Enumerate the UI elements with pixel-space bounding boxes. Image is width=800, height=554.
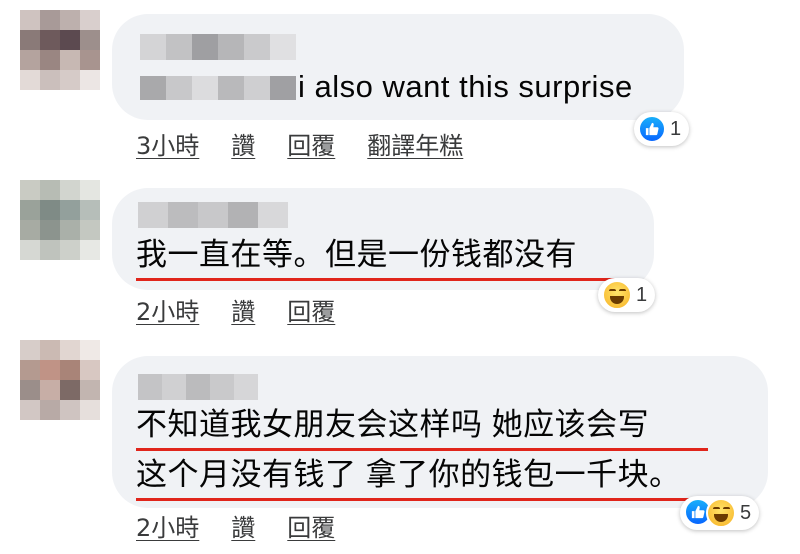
reaction-summary[interactable]: 1 bbox=[634, 112, 690, 146]
reaction-icons bbox=[684, 498, 736, 528]
like-button[interactable]: 讚 bbox=[231, 508, 255, 543]
author-name-blurred[interactable] bbox=[138, 374, 258, 400]
reply-button[interactable]: 回覆 bbox=[287, 126, 335, 161]
avatar[interactable] bbox=[20, 340, 100, 420]
comment-bubble: i also want this surprise bbox=[112, 14, 684, 120]
comment-text: i also want this surprise bbox=[298, 69, 633, 104]
timestamp[interactable]: 3小時 bbox=[136, 126, 199, 161]
like-button[interactable]: 讚 bbox=[231, 126, 255, 161]
avatar[interactable] bbox=[20, 180, 100, 260]
reaction-count: 1 bbox=[670, 117, 682, 140]
reaction-count: 5 bbox=[740, 501, 752, 524]
comment-actions: 2小時 讚 回覆 bbox=[136, 292, 335, 327]
reply-button[interactable]: 回覆 bbox=[287, 508, 335, 543]
like-button[interactable]: 讚 bbox=[231, 292, 255, 327]
avatar[interactable] bbox=[20, 10, 100, 90]
like-icon bbox=[638, 115, 666, 143]
author-name-blurred[interactable] bbox=[140, 34, 296, 60]
author-name-blurred[interactable] bbox=[138, 202, 288, 228]
comment-1: i also want this surprise 3小時 讚 回覆 翻譯年糕 … bbox=[0, 0, 800, 170]
haha-icon bbox=[706, 498, 736, 528]
comment-text-line-1: 不知道我女朋友会这样吗 她应该会写 bbox=[136, 407, 650, 442]
highlight-underline bbox=[136, 448, 708, 451]
reply-button[interactable]: 回覆 bbox=[287, 292, 335, 327]
timestamp[interactable]: 2小時 bbox=[136, 292, 199, 327]
translate-button[interactable]: 翻譯年糕 bbox=[367, 126, 463, 161]
highlight-underline bbox=[136, 498, 712, 501]
comment-bubble: 我一直在等。但是一份钱都没有 bbox=[112, 188, 654, 290]
comment-text: 我一直在等。但是一份钱都没有 bbox=[136, 237, 577, 272]
comment-actions: 2小時 讚 回覆 bbox=[136, 508, 335, 543]
haha-icon bbox=[602, 280, 632, 310]
comment-bubble: 不知道我女朋友会这样吗 她应该会写 这个月没有钱了 拿了你的钱包一千块。 bbox=[112, 356, 768, 508]
reaction-summary[interactable]: 1 bbox=[598, 278, 656, 312]
comment-3: 不知道我女朋友会这样吗 她应该会写 这个月没有钱了 拿了你的钱包一千块。 2小時… bbox=[0, 340, 800, 554]
comment-actions: 3小時 讚 回覆 翻譯年糕 bbox=[136, 126, 463, 161]
reaction-count: 1 bbox=[636, 283, 648, 306]
comment-2: 我一直在等。但是一份钱都没有 2小時 讚 回覆 1 bbox=[0, 170, 800, 340]
reaction-summary[interactable]: 5 bbox=[680, 496, 760, 530]
timestamp[interactable]: 2小時 bbox=[136, 508, 199, 543]
comment-text-line-2: 这个月没有钱了 拿了你的钱包一千块。 bbox=[136, 457, 681, 492]
tagged-name-blurred[interactable] bbox=[140, 76, 296, 100]
highlight-underline bbox=[136, 278, 638, 281]
